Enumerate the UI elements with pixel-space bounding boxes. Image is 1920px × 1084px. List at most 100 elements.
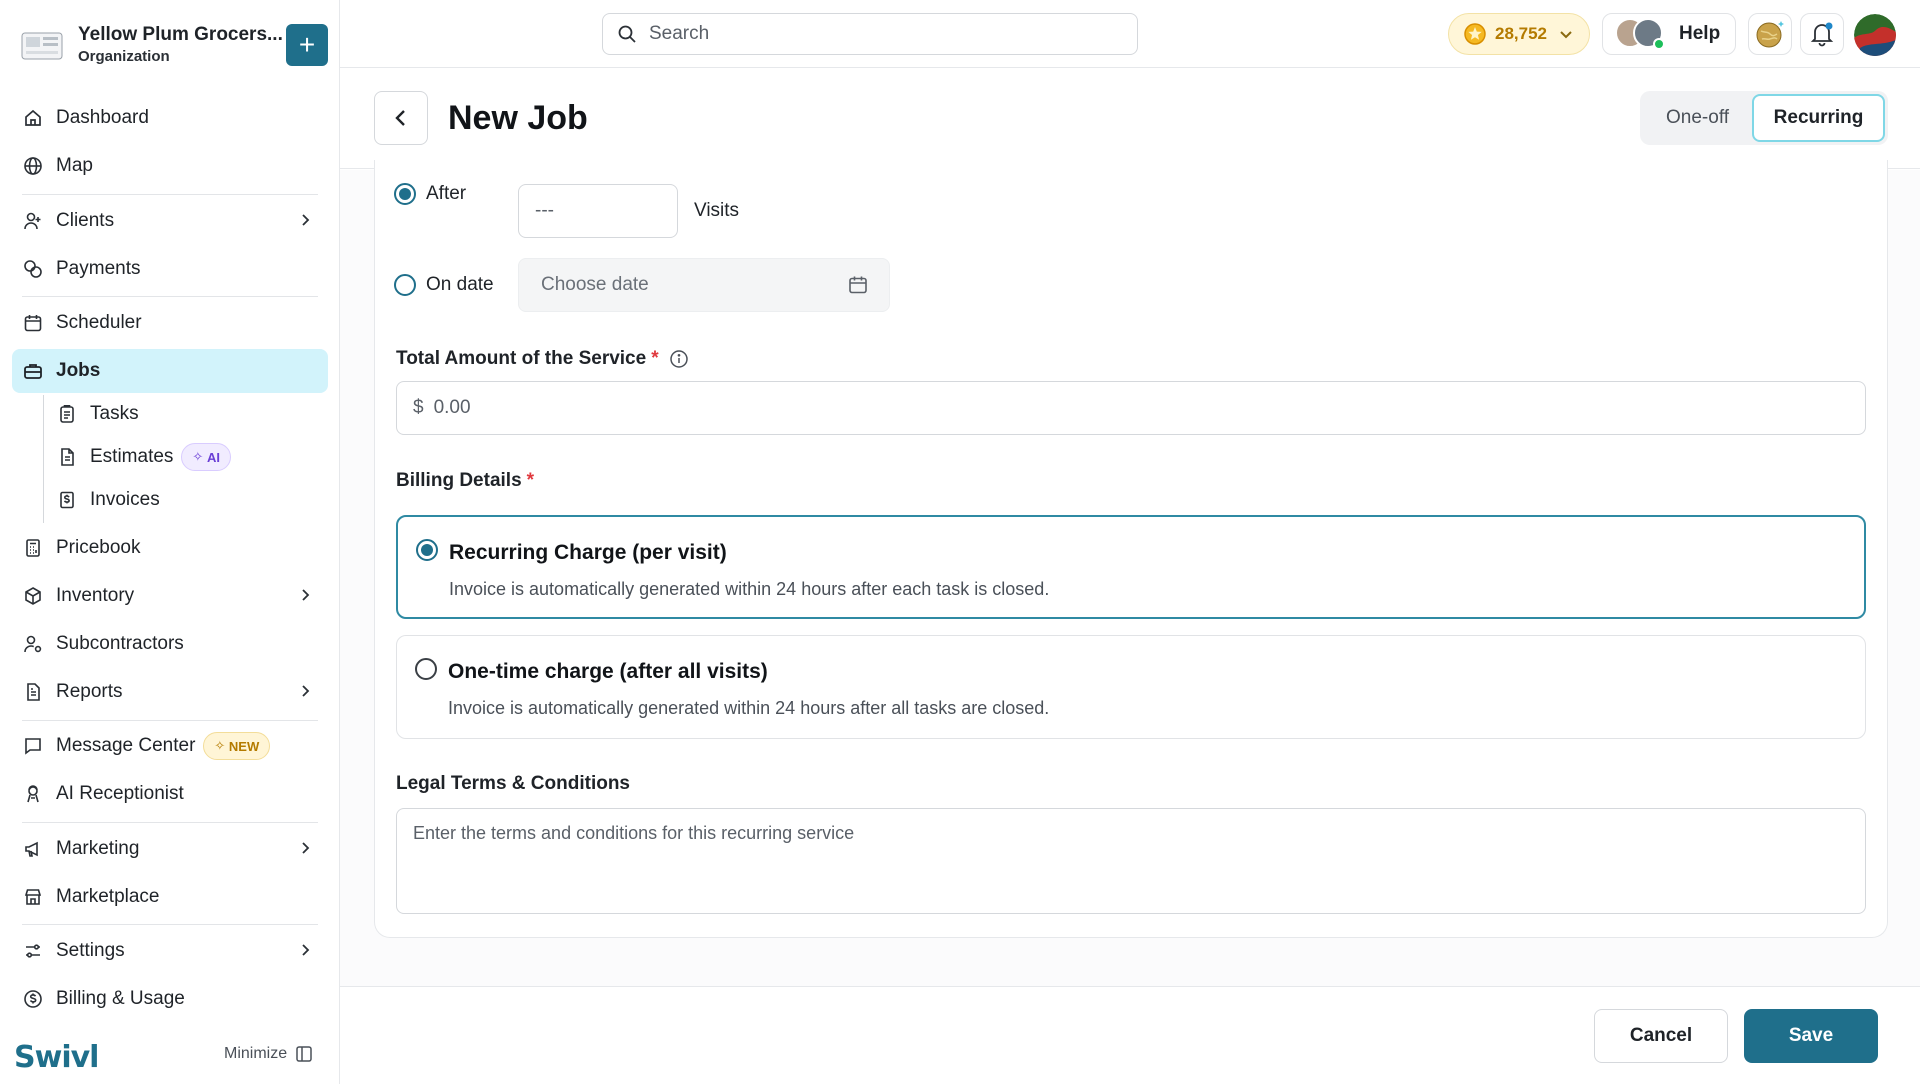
sidebar-item-dashboard[interactable]: Dashboard	[12, 96, 328, 140]
sidebar-item-clients[interactable]: Clients	[12, 199, 328, 243]
sidebar-item-scheduler[interactable]: Scheduler	[12, 301, 328, 345]
job-type-toggle: One-off Recurring	[1640, 91, 1888, 145]
info-icon[interactable]	[669, 349, 689, 369]
sidebar-item-message-center[interactable]: Message Center ✧ NEW	[12, 724, 328, 768]
calendar-icon	[847, 274, 869, 296]
chevron-right-icon	[296, 682, 314, 700]
total-amount-input[interactable]: $ 0.00	[396, 381, 1866, 435]
subnav-line	[43, 395, 44, 523]
required-marker: *	[526, 470, 535, 491]
chevron-right-icon	[296, 941, 314, 959]
billing-option-title: One-time charge (after all visits)	[448, 660, 768, 683]
sidebar-item-settings[interactable]: Settings	[12, 929, 328, 973]
page-header: New Job One-off Recurring	[340, 69, 1920, 169]
visits-label: Visits	[694, 200, 740, 221]
radio-dot	[399, 188, 411, 200]
date-placeholder: Choose date	[541, 274, 649, 295]
sidebar-item-label: Clients	[56, 210, 115, 231]
ai-badge-label: AI	[206, 449, 220, 465]
sidebar-item-label: Estimates	[90, 446, 174, 467]
profile-avatar[interactable]	[1854, 14, 1896, 56]
total-amount-value: 0.00	[433, 397, 471, 418]
sidebar-item-label: Jobs	[56, 360, 101, 381]
billing-option-desc: Invoice is automatically generated withi…	[449, 579, 1050, 599]
search-box[interactable]	[602, 13, 1138, 55]
sidebar-item-label: Message Center	[56, 735, 196, 756]
required-marker: *	[651, 348, 659, 369]
sidebar-item-label: AI Receptionist	[56, 783, 184, 804]
org-text: Yellow Plum Grocers... Organization	[78, 23, 286, 67]
new-badge-label: NEW	[228, 738, 260, 754]
end-after-radio[interactable]	[394, 183, 416, 205]
billing-option-recurring[interactable]: Recurring Charge (per visit) Invoice is …	[396, 515, 1866, 619]
chevron-right-icon	[296, 211, 314, 229]
sidebar-item-marketplace[interactable]: Marketplace	[12, 875, 328, 919]
sidebar-item-label: Marketing	[56, 838, 140, 859]
end-on-date-radio[interactable]	[394, 274, 416, 296]
sidebar-item-inventory[interactable]: Inventory	[12, 574, 328, 618]
panel-collapse-icon	[295, 1045, 313, 1063]
help-button[interactable]: Help	[1602, 13, 1736, 55]
store-icon	[22, 886, 44, 908]
cancel-button[interactable]: Cancel	[1594, 1009, 1728, 1063]
sidebar-item-jobs[interactable]: Jobs	[12, 349, 328, 393]
minimize-button[interactable]: Minimize	[224, 1045, 313, 1063]
divider	[22, 194, 318, 195]
sidebar-item-label: Inventory	[56, 585, 135, 606]
end-date-picker[interactable]: Choose date	[518, 258, 890, 312]
rewards-button[interactable]	[1748, 13, 1792, 55]
sidebar-item-tasks[interactable]: Tasks	[46, 394, 328, 434]
sidebar-item-label: Map	[56, 155, 93, 176]
end-after-option[interactable]: After	[394, 183, 466, 205]
minimize-label: Minimize	[224, 1045, 288, 1062]
tab-recurring[interactable]: Recurring	[1752, 94, 1885, 142]
end-after-label: After	[426, 183, 467, 204]
form-footer: Cancel Save	[340, 986, 1920, 1084]
sidebar-item-label: Settings	[56, 940, 125, 961]
sidebar-item-estimates[interactable]: Estimates ✧ AI	[46, 437, 328, 477]
user-gear-icon	[22, 633, 44, 655]
sidebar-item-subcontractors[interactable]: Subcontractors	[12, 622, 328, 666]
sidebar-item-map[interactable]: Map	[12, 144, 328, 188]
user-plus-icon	[22, 210, 44, 232]
billing-one-time-radio[interactable]	[415, 658, 437, 680]
report-icon	[22, 681, 44, 703]
box-icon	[22, 585, 44, 607]
calendar-icon	[22, 312, 44, 334]
coins-value: 28,752	[1495, 24, 1547, 43]
sidebar-item-invoices[interactable]: Invoices	[46, 480, 328, 520]
sidebar-item-label: Pricebook	[56, 537, 141, 558]
visits-count-input[interactable]: ---	[518, 184, 678, 238]
end-on-date-label: On date	[426, 274, 494, 295]
notifications-button[interactable]	[1800, 13, 1844, 55]
back-button[interactable]	[374, 91, 428, 145]
coins-balance-button[interactable]: 28,752	[1448, 13, 1590, 55]
billing-recurring-radio[interactable]	[416, 539, 438, 561]
sidebar-item-payments[interactable]: Payments	[12, 247, 328, 291]
sidebar-item-marketing[interactable]: Marketing	[12, 827, 328, 871]
sidebar-item-pricebook[interactable]: Pricebook	[12, 526, 328, 570]
sidebar-item-label: Dashboard	[56, 107, 149, 128]
billing-option-title: Recurring Charge (per visit)	[449, 541, 727, 564]
sidebar-item-billing-usage[interactable]: Billing & Usage	[12, 977, 328, 1021]
end-on-date-option[interactable]: On date	[394, 274, 494, 296]
coin-icon	[1463, 22, 1487, 46]
divider	[22, 720, 318, 721]
tab-one-off[interactable]: One-off	[1643, 94, 1752, 142]
legal-terms-textarea[interactable]	[396, 808, 1866, 914]
sidebar-item-label: Scheduler	[56, 312, 142, 333]
sidebar-item-label: Subcontractors	[56, 633, 184, 654]
sidebar-item-reports[interactable]: Reports	[12, 670, 328, 714]
chevron-right-icon	[296, 586, 314, 604]
search-icon	[617, 24, 637, 44]
sidebar-item-ai-receptionist[interactable]: AI Receptionist	[12, 772, 328, 816]
create-new-button[interactable]: +	[286, 24, 328, 66]
search-input[interactable]	[649, 23, 1109, 45]
chevron-down-icon	[1557, 25, 1575, 43]
divider	[22, 822, 318, 823]
new-badge: ✧ NEW	[203, 732, 271, 760]
org-switcher[interactable]: Yellow Plum Grocers... Organization +	[18, 20, 328, 70]
save-button[interactable]: Save	[1744, 1009, 1878, 1063]
sidebar-item-label: Marketplace	[56, 886, 160, 907]
billing-option-one-time[interactable]: One-time charge (after all visits) Invoi…	[396, 635, 1866, 739]
